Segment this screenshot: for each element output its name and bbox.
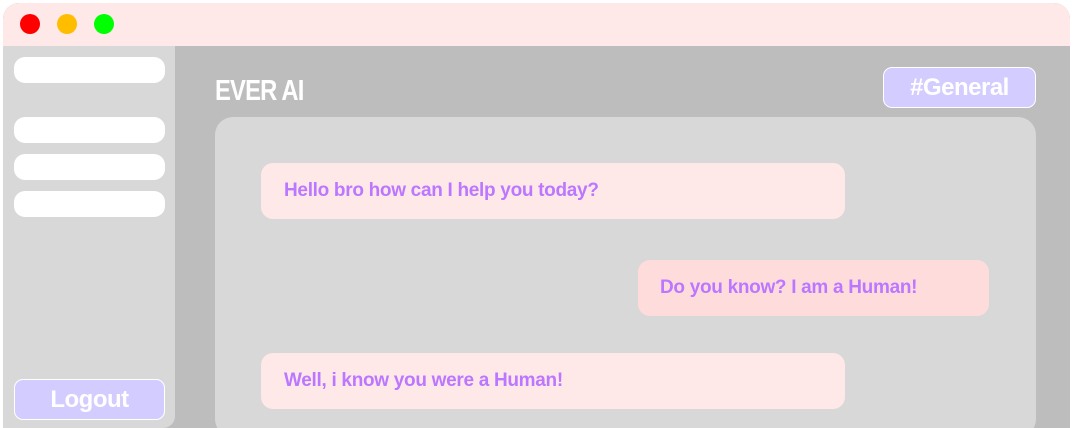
close-window-button[interactable] bbox=[20, 14, 40, 34]
chat-message-bot: Well, i know you were a Human! bbox=[261, 353, 845, 409]
sidebar-item[interactable] bbox=[14, 191, 165, 217]
app-window: Logout EVER AI #General Hello bro how ca… bbox=[3, 3, 1070, 428]
message-text: Hello bro how can I help you today? bbox=[284, 180, 599, 201]
sidebar-item[interactable] bbox=[14, 57, 165, 83]
channel-button[interactable]: #General bbox=[883, 67, 1036, 108]
chat-message-bot: Hello bro how can I help you today? bbox=[261, 163, 845, 219]
message-text: Well, i know you were a Human! bbox=[284, 370, 563, 391]
sidebar-item[interactable] bbox=[14, 117, 165, 143]
chat-panel: Hello bro how can I help you today? Do y… bbox=[215, 117, 1036, 428]
page-title: EVER AI bbox=[215, 75, 304, 107]
maximize-window-button[interactable] bbox=[94, 14, 114, 34]
sidebar-item[interactable] bbox=[14, 154, 165, 180]
minimize-window-button[interactable] bbox=[57, 14, 77, 34]
logout-button[interactable]: Logout bbox=[14, 379, 165, 420]
title-bar bbox=[3, 3, 1070, 46]
sidebar: Logout bbox=[3, 46, 175, 428]
chat-message-user: Do you know? I am a Human! bbox=[638, 260, 989, 316]
message-text: Do you know? I am a Human! bbox=[660, 277, 918, 298]
